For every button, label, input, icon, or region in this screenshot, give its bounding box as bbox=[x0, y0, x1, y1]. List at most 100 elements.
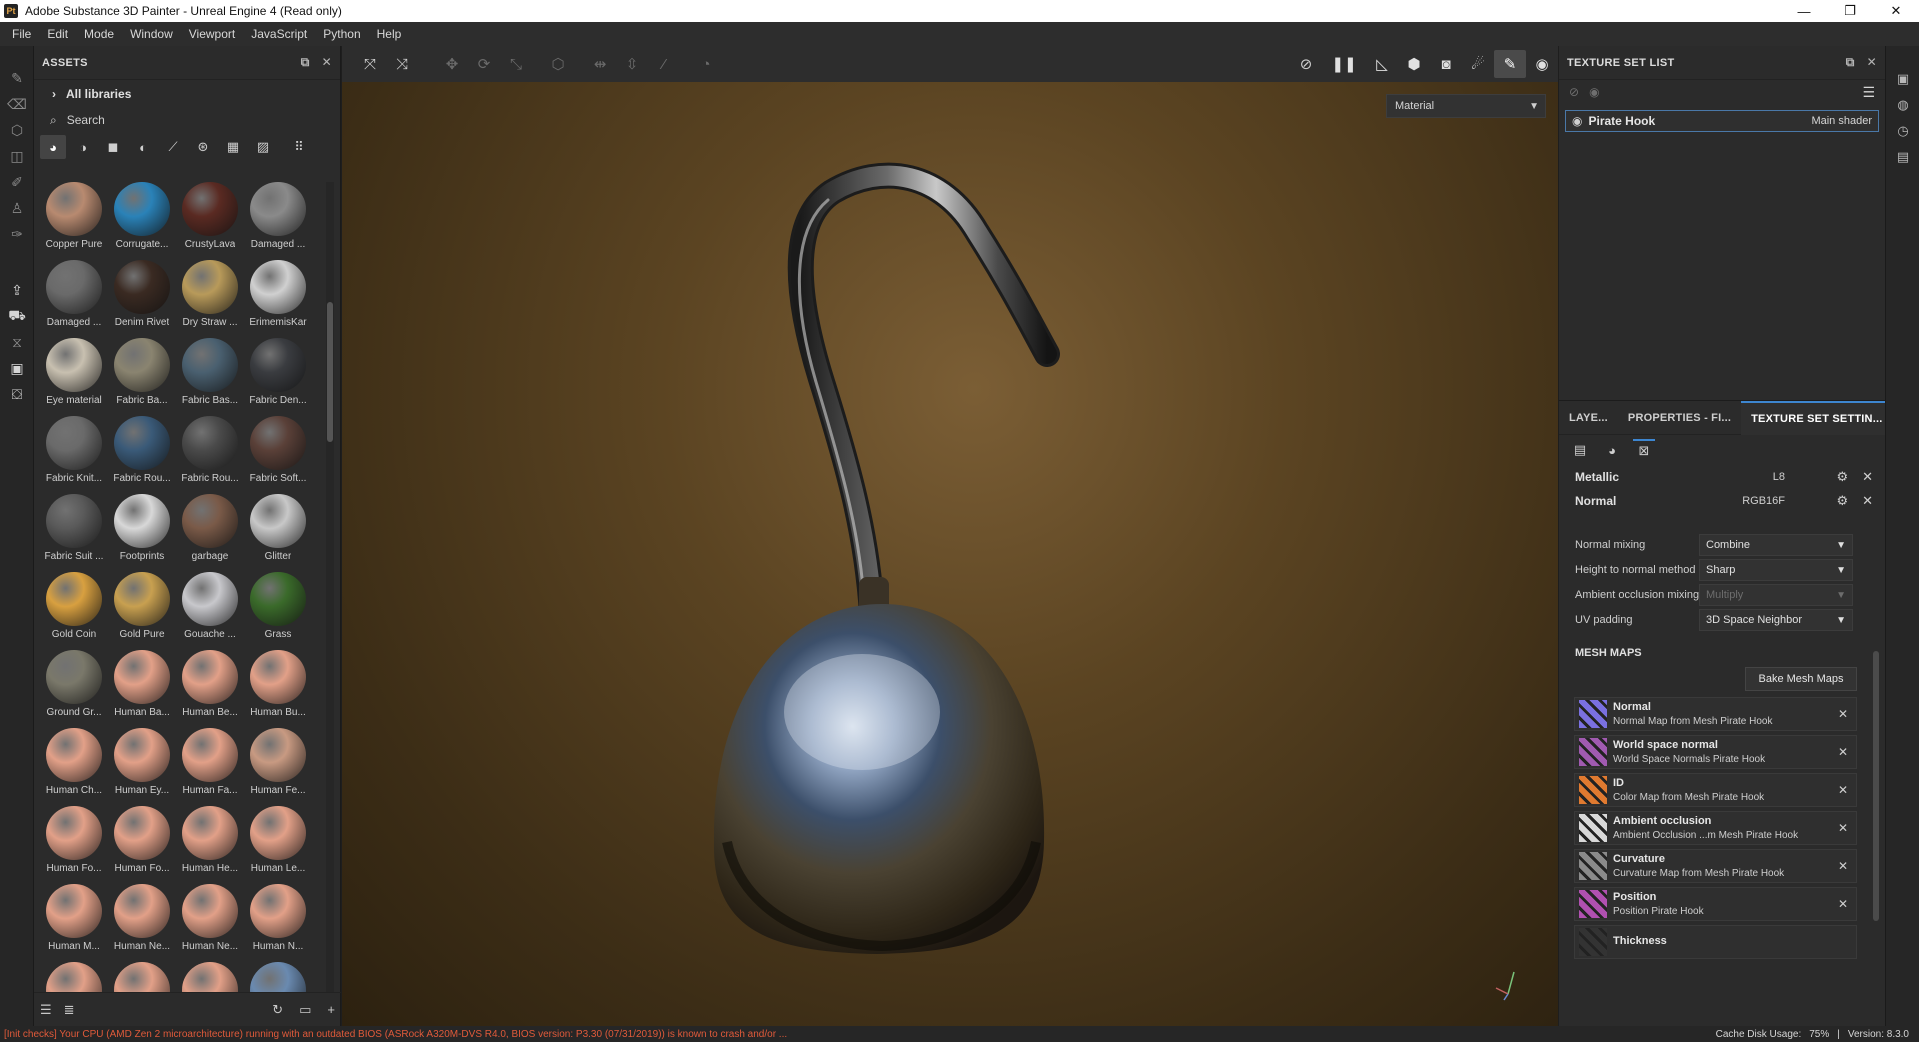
asset-item[interactable]: Human Ba... bbox=[108, 650, 176, 718]
asset-item[interactable]: Human Ne... bbox=[108, 884, 176, 952]
assets-scrollbar[interactable] bbox=[326, 182, 334, 992]
asset-item[interactable]: Human M... bbox=[40, 884, 108, 952]
menu-icon[interactable]: ☰ bbox=[1862, 84, 1875, 101]
close-panel-icon[interactable]: ✕ bbox=[322, 55, 332, 70]
filter-brushes-icon[interactable]: ⟋ bbox=[160, 135, 186, 159]
view-2d-icon[interactable]: ◺ bbox=[1366, 50, 1398, 78]
channel-format[interactable]: RGB16F bbox=[1725, 495, 1785, 507]
mesh-map-item[interactable]: Curvature Curvature Map from Mesh Pirate … bbox=[1574, 849, 1857, 883]
asset-item[interactable]: Human Ne... bbox=[176, 884, 244, 952]
mesh-map-item[interactable]: Normal Normal Map from Mesh Pirate Hook ✕ bbox=[1574, 697, 1857, 731]
pause-icon[interactable]: ❚❚ bbox=[1328, 50, 1360, 78]
asset-item[interactable]: Human Fa... bbox=[176, 728, 244, 796]
menu-file[interactable]: File bbox=[4, 27, 39, 41]
camera-icon[interactable]: ◙ bbox=[1430, 50, 1462, 78]
eraser-icon[interactable]: ⌫ bbox=[7, 94, 27, 114]
mesh-map-source[interactable]: World Space Normals Pirate Hook bbox=[1613, 754, 1765, 765]
eye-icon[interactable]: ◉ bbox=[1572, 114, 1582, 128]
shader-settings-icon[interactable]: ▣ bbox=[7, 358, 27, 378]
remove-icon[interactable]: ✕ bbox=[1838, 897, 1848, 911]
close-button[interactable]: ✕ bbox=[1873, 0, 1919, 22]
asset-item[interactable]: Human Fo... bbox=[40, 806, 108, 874]
filter-materials-icon[interactable]: ◕ bbox=[40, 135, 66, 159]
tab-layers[interactable]: LAYE... bbox=[1559, 401, 1618, 435]
asset-item[interactable]: ErimemisKar bbox=[244, 260, 312, 328]
asset-item[interactable]: Human Fe... bbox=[244, 728, 312, 796]
asset-item[interactable]: Glitter bbox=[244, 494, 312, 562]
filter-all-icon[interactable]: ⠿ bbox=[286, 135, 312, 159]
filter-environments-icon[interactable]: ▨ bbox=[250, 135, 276, 159]
menu-javascript[interactable]: JavaScript bbox=[243, 27, 315, 41]
smudge-icon[interactable]: ✐ bbox=[7, 172, 27, 192]
close-panel-icon[interactable]: ✕ bbox=[1867, 55, 1877, 70]
asset-item[interactable]: Human Ch... bbox=[40, 728, 108, 796]
undock-icon[interactable]: ⧉ bbox=[1846, 55, 1855, 70]
scale-icon[interactable]: ⤡ bbox=[500, 50, 532, 78]
move-icon[interactable]: ✥ bbox=[436, 50, 468, 78]
remove-icon[interactable]: ✕ bbox=[1838, 821, 1848, 835]
asset-item[interactable]: Corrugate... bbox=[108, 182, 176, 250]
asset-item[interactable]: Human Be... bbox=[176, 650, 244, 718]
asset-item[interactable]: CrustyLava bbox=[176, 182, 244, 250]
asset-item[interactable]: Human Le... bbox=[244, 806, 312, 874]
folder-icon[interactable]: ▭ bbox=[299, 1002, 311, 1018]
menu-edit[interactable]: Edit bbox=[39, 27, 76, 41]
mesh-map-item[interactable]: ID Color Map from Mesh Pirate Hook ✕ bbox=[1574, 773, 1857, 807]
hide-icon[interactable]: ⊘ bbox=[1569, 85, 1579, 99]
view-3d-icon[interactable]: ⬢ bbox=[1398, 50, 1430, 78]
asset-item[interactable]: Dry Straw ... bbox=[176, 260, 244, 328]
asset-item[interactable]: Damaged ... bbox=[244, 182, 312, 250]
mesh-map-item[interactable]: Thickness bbox=[1574, 925, 1857, 959]
minimize-button[interactable]: — bbox=[1781, 0, 1827, 22]
bake-icon[interactable]: ⛟ bbox=[7, 306, 27, 326]
assets-scroll-thumb[interactable] bbox=[327, 302, 333, 442]
asset-item[interactable]: Fabric Den... bbox=[244, 338, 312, 406]
height-to-normal-dropdown[interactable]: Sharp ▼ bbox=[1699, 559, 1853, 581]
mesh-map-source[interactable]: Curvature Map from Mesh Pirate Hook bbox=[1613, 868, 1784, 879]
log-icon[interactable]: ▤ bbox=[1894, 148, 1912, 166]
remove-icon[interactable]: ✕ bbox=[1838, 707, 1848, 721]
iray-icon[interactable]: ☄ bbox=[1462, 50, 1494, 78]
menu-python[interactable]: Python bbox=[315, 27, 368, 41]
asset-item[interactable] bbox=[176, 962, 244, 992]
asset-item[interactable]: Grass bbox=[244, 572, 312, 640]
undock-icon[interactable]: ⧉ bbox=[301, 55, 310, 70]
view-mode-icon[interactable]: ☰ bbox=[40, 1002, 52, 1018]
mesh-map-source[interactable]: Ambient Occlusion ...m Mesh Pirate Hook bbox=[1613, 830, 1798, 841]
asset-item[interactable]: Copper Pure bbox=[40, 182, 108, 250]
asset-item[interactable] bbox=[40, 962, 108, 992]
search-input[interactable]: ⌕ Search bbox=[34, 108, 340, 132]
transform-options-icon[interactable]: ⤨ bbox=[386, 50, 418, 78]
texture-set-icon[interactable]: ▤ bbox=[1569, 439, 1591, 461]
remove-icon[interactable]: ✕ bbox=[1838, 745, 1848, 759]
add-icon[interactable]: + bbox=[327, 1002, 335, 1018]
asset-item[interactable]: Gold Pure bbox=[108, 572, 176, 640]
tab-texture-set-settings[interactable]: TEXTURE SET SETTIN... bbox=[1741, 400, 1893, 435]
settings-scrollbar[interactable] bbox=[1873, 651, 1879, 921]
display-settings-icon[interactable]: ⧖ bbox=[7, 332, 27, 352]
material-icon[interactable]: ◕ bbox=[1601, 439, 1623, 461]
asset-item[interactable]: Human Fo... bbox=[108, 806, 176, 874]
asset-item[interactable]: garbage bbox=[176, 494, 244, 562]
mesh-map-item[interactable]: Ambient occlusion Ambient Occlusion ...m … bbox=[1574, 811, 1857, 845]
mesh-map-source[interactable]: Position Pirate Hook bbox=[1613, 906, 1704, 917]
asset-item[interactable] bbox=[108, 962, 176, 992]
asset-item[interactable]: Ground Gr... bbox=[40, 650, 108, 718]
eye-icon[interactable]: ◉ bbox=[1589, 85, 1599, 99]
snap-icon[interactable]: ⁄ bbox=[648, 50, 680, 78]
asset-item[interactable]: Fabric Bas... bbox=[176, 338, 244, 406]
remove-icon[interactable]: ✕ bbox=[1838, 783, 1848, 797]
menu-window[interactable]: Window bbox=[122, 27, 181, 41]
asset-item[interactable]: Fabric Knit... bbox=[40, 416, 108, 484]
asset-item[interactable]: Denim Rivet bbox=[108, 260, 176, 328]
menu-viewport[interactable]: Viewport bbox=[181, 27, 243, 41]
asset-item[interactable]: Human N... bbox=[244, 884, 312, 952]
asset-item[interactable]: Gouache ... bbox=[176, 572, 244, 640]
viewport[interactable]: ⤧ ⤨ ✥ ⟳ ⤡ ⬡ ⇹ ⇳ ⁄ ◔ ⊘ ❚❚ ◺ ⬢ ◙ ☄ ✎ ◉ Mat… bbox=[342, 46, 1558, 1026]
filter-generators-icon[interactable]: ◐ bbox=[130, 135, 156, 159]
filter-smart-materials-icon[interactable]: ◑ bbox=[70, 135, 96, 159]
gear-icon[interactable]: ⚙ bbox=[1836, 493, 1848, 509]
mesh-map-source[interactable]: Normal Map from Mesh Pirate Hook bbox=[1613, 716, 1773, 727]
normal-mixing-dropdown[interactable]: Combine ▼ bbox=[1699, 534, 1853, 556]
asset-item[interactable]: Damaged ... bbox=[40, 260, 108, 328]
